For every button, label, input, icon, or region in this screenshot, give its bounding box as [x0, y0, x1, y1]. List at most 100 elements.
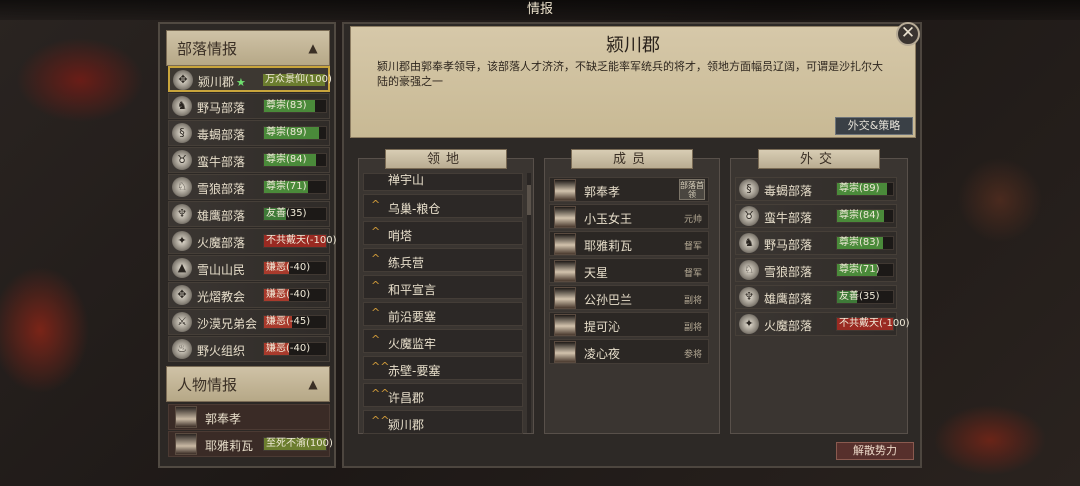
- rank-chevron-icon: ^^: [371, 414, 390, 427]
- relation-label: 尊崇(71): [839, 264, 880, 275]
- fire-demon-icon: ✦: [172, 231, 192, 251]
- territory-item[interactable]: ^ 乌巢-粮仓: [363, 194, 523, 218]
- portrait-avatar: [554, 233, 576, 255]
- tribe-list: ✥ 颍川郡 ★ 万众景仰(100) ♞ 野马部落 尊崇(83) § 毒蝎部落 尊崇(89) ♉ 蛮牛部…: [168, 66, 337, 363]
- tribe-name-text: 雪狼部落: [197, 182, 246, 196]
- diplomacy-row[interactable]: ♉ 蛮牛部落 尊崇(84): [735, 204, 897, 228]
- tribe-row[interactable]: ♘ 雪狼部落 尊崇(71): [168, 174, 330, 200]
- tribe-row[interactable]: ✦ 火魔部落 不共戴天(-100): [168, 228, 337, 254]
- tribe-row[interactable]: ✥ 光熠教会 嫌恶(-40): [168, 282, 330, 308]
- tribe-title: 颍川郡: [606, 35, 660, 56]
- relation-label: 尊崇(71): [266, 181, 307, 192]
- territory-item[interactable]: ^ 哨塔: [363, 221, 523, 245]
- person-row[interactable]: 耶雅莉瓦 至死不渝(100): [168, 431, 333, 457]
- fire-demon-icon: ✦: [739, 314, 759, 334]
- territory-item[interactable]: ^ 练兵营: [363, 248, 523, 272]
- person-row[interactable]: 郭奉孝: [168, 404, 330, 430]
- territory-item[interactable]: ^ 前沿要塞: [363, 302, 523, 326]
- relation-badge: 尊崇(83): [263, 99, 327, 113]
- portrait-avatar: [554, 287, 576, 309]
- tribe-row[interactable]: ✥ 颍川郡 ★ 万众景仰(100): [168, 66, 332, 92]
- territory-item[interactable]: ^^ 赤壁-要塞: [363, 356, 523, 380]
- diplomacy-strategy-button[interactable]: 外交&策略: [835, 117, 913, 135]
- tribe-name: 火魔部落: [197, 234, 245, 251]
- tribe-name-text: 野马部落: [197, 101, 246, 115]
- relation-label: 至死不渝(100): [266, 438, 333, 449]
- territory-item[interactable]: ^ 禅宇山: [363, 173, 523, 191]
- tribe-row[interactable]: ♨ 野火组织 嫌恶(-40): [168, 336, 330, 362]
- territory-name: 乌巢-粮仓: [388, 202, 441, 216]
- tribe-row[interactable]: ♆ 雄鹰部落 友善(35): [168, 201, 330, 227]
- scroll-thumb[interactable]: [527, 185, 531, 215]
- person-name: 郭奉孝: [205, 412, 242, 426]
- territory-item[interactable]: ^^ 颍川郡: [363, 410, 523, 434]
- mountain-icon: ▲: [172, 258, 192, 278]
- member-rank: 元帅: [683, 215, 702, 225]
- member-row[interactable]: 提可沁 副将: [549, 312, 709, 337]
- member-row[interactable]: 耶雅莉瓦 督军: [549, 231, 709, 256]
- member-row[interactable]: 公孙巴兰 副将: [549, 285, 709, 310]
- portrait-avatar: [554, 179, 576, 201]
- tribe-name: 毒蝎部落: [764, 184, 813, 198]
- tribe-row[interactable]: § 毒蝎部落 尊崇(89): [168, 120, 330, 146]
- person-intel-header[interactable]: 人物情报 ▲: [166, 366, 330, 402]
- rank-chevron-icon: ^^: [371, 387, 390, 400]
- relation-label: 嫌恶(-40): [266, 262, 311, 273]
- portrait-avatar: [554, 314, 576, 336]
- relation-label: 友善(35): [266, 208, 307, 219]
- tribe-row[interactable]: ⚔ 沙漠兄弟会 嫌恶(-45): [168, 309, 330, 335]
- relation-label: 尊崇(84): [266, 154, 307, 165]
- ox-head-icon: ♉: [172, 150, 192, 170]
- territory-header: 领地: [385, 149, 507, 169]
- diplomacy-column: 外交 § 毒蝎部落 尊崇(89) ♉ 蛮牛部落 尊崇(84) ♞ 野马部落 尊崇(83) ♘ 雪狼部…: [730, 149, 910, 434]
- relation-label: 万众景仰(100): [265, 74, 332, 85]
- member-row[interactable]: 天星 督军: [549, 258, 709, 283]
- horse-head-icon: ♞: [172, 96, 192, 116]
- scorpion-icon: §: [172, 123, 192, 143]
- flame-icon: ♨: [172, 339, 192, 359]
- portrait-avatar: [554, 341, 576, 363]
- relation-label: 尊崇(83): [266, 100, 307, 111]
- territory-item[interactable]: ^^ 许昌郡: [363, 383, 523, 407]
- tribe-name: 颍川郡 ★: [198, 73, 246, 90]
- territory-name: 练兵营: [388, 256, 425, 270]
- territory-scrollbar[interactable]: [527, 173, 531, 433]
- chevron-up-icon[interactable]: ▲: [305, 40, 321, 56]
- tribe-row[interactable]: ♞ 野马部落 尊崇(83): [168, 93, 330, 119]
- tribe-row[interactable]: ▲ 雪山山民 嫌恶(-40): [168, 255, 330, 281]
- territory-name: 和平宣言: [388, 283, 437, 297]
- relation-badge: 尊崇(84): [836, 209, 894, 223]
- territory-name: 火魔监牢: [388, 337, 437, 351]
- relation-badge: 尊崇(71): [836, 263, 894, 277]
- crossed-swords-icon: ⚔: [172, 312, 192, 332]
- rank-chevron-icon: ^: [371, 333, 381, 346]
- diplomacy-row[interactable]: ✦ 火魔部落 不共戴天(-100): [735, 312, 910, 336]
- rank-chevron-icon: ^^: [371, 360, 390, 373]
- tribe-intel-header[interactable]: 部落情报 ▲: [166, 30, 330, 66]
- member-row[interactable]: 凌心夜 参将: [549, 339, 709, 364]
- diplomacy-row[interactable]: ♘ 雪狼部落 尊崇(71): [735, 258, 897, 282]
- tribe-name: 雄鹰部落: [197, 207, 245, 224]
- star-icon: ★: [236, 76, 246, 89]
- member-row[interactable]: 小玉女王 元帅: [549, 204, 709, 229]
- cross-totem-icon: ✥: [173, 70, 193, 90]
- dissolve-faction-button[interactable]: 解散势力: [836, 442, 914, 460]
- territory-item[interactable]: ^ 火魔监牢: [363, 329, 523, 353]
- close-icon[interactable]: ✕: [896, 22, 920, 46]
- territory-item[interactable]: ^ 和平宣言: [363, 275, 523, 299]
- portrait-avatar: [175, 406, 197, 428]
- wolf-head-icon: ♘: [739, 260, 759, 280]
- diplomacy-row[interactable]: § 毒蝎部落 尊崇(89): [735, 177, 897, 201]
- members-column: 成员 郭奉孝 部落首领 小玉女王 元帅 耶雅莉瓦 督军 天星 督军 公孙巴兰 副将 提可沁 副将 凌心夜…: [544, 149, 720, 434]
- chevron-up-icon[interactable]: ▲: [305, 376, 321, 392]
- member-name: 提可沁: [584, 320, 621, 334]
- relation-label: 嫌恶(-45): [266, 316, 311, 327]
- diplomacy-row[interactable]: ♞ 野马部落 尊崇(83): [735, 231, 897, 255]
- portrait-avatar: [175, 433, 197, 455]
- tribe-name: 沙漠兄弟会: [197, 315, 257, 332]
- member-name: 耶雅莉瓦: [584, 239, 633, 253]
- tribe-row[interactable]: ♉ 蛮牛部落 尊崇(84): [168, 147, 330, 173]
- relation-label: 嫌恶(-40): [266, 343, 311, 354]
- member-row[interactable]: 郭奉孝 部落首领: [549, 177, 709, 202]
- diplomacy-row[interactable]: ♆ 雄鹰部落 友善(35): [735, 285, 897, 309]
